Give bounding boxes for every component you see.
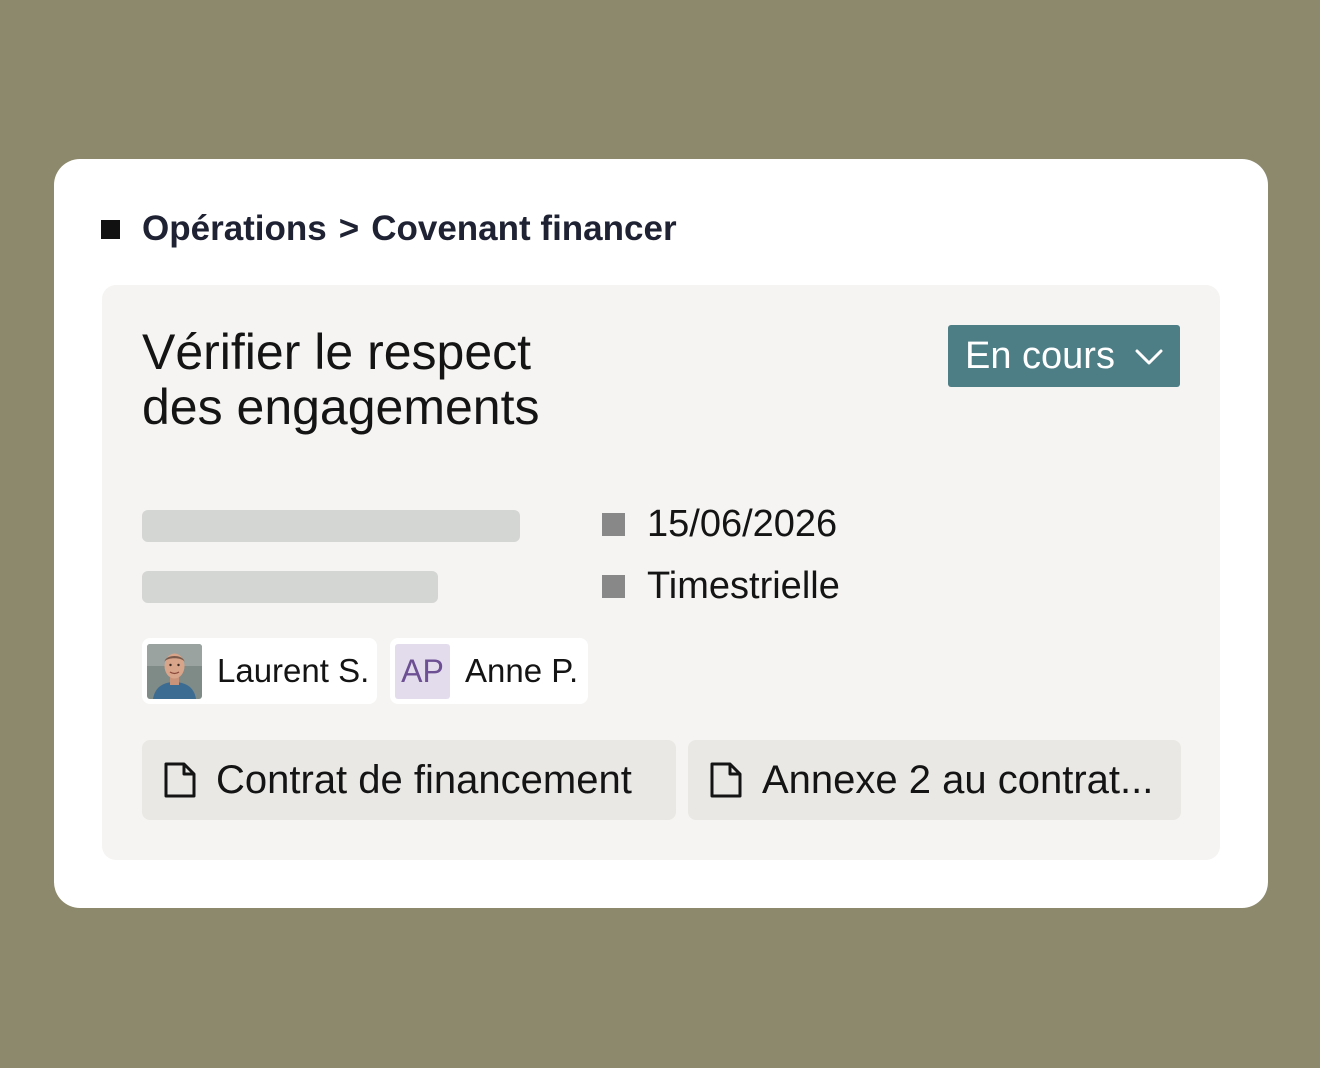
breadcrumb-current: Covenant financer	[371, 209, 677, 248]
document-attachment[interactable]: Contrat de financement	[142, 740, 676, 820]
breadcrumb-separator: >	[338, 209, 360, 248]
status-label: En cours	[965, 334, 1115, 377]
square-icon	[602, 513, 625, 536]
task-card: Opérations > Covenant financer Vérifier …	[54, 159, 1268, 908]
avatar	[147, 643, 202, 699]
assignee-chip[interactable]: AP Anne P.	[390, 638, 588, 704]
placeholder-bar	[142, 510, 520, 542]
task-title-line2: des engagements	[142, 379, 540, 435]
avatar-initials: AP	[395, 643, 450, 699]
assignee-name: Anne P.	[465, 652, 579, 689]
task-title-line1: Vérifier le respect	[142, 324, 532, 380]
document-label: Contrat de financement	[216, 757, 632, 802]
frequency-value: Timestrielle	[647, 565, 840, 607]
assignee-chip[interactable]: Laurent S.	[142, 638, 377, 704]
task-panel: Vérifier le respect des engagements En c…	[102, 285, 1220, 860]
placeholder-bar	[142, 571, 438, 603]
document-label: Annexe 2 au contrat...	[762, 757, 1154, 802]
due-date: 15/06/2026	[602, 503, 837, 546]
square-icon	[101, 219, 120, 239]
due-date-value: 15/06/2026	[647, 503, 838, 545]
document-attachment[interactable]: Annexe 2 au contrat...	[688, 740, 1181, 820]
breadcrumb: Opérations > Covenant financer	[101, 209, 677, 249]
task-title: Vérifier le respect des engagements	[142, 325, 622, 435]
chevron-down-icon	[1135, 349, 1163, 365]
assignee-name: Laurent S.	[217, 652, 370, 689]
frequency: Timestrielle	[602, 565, 840, 608]
file-icon	[710, 762, 742, 798]
square-icon	[602, 575, 625, 598]
breadcrumb-parent[interactable]: Opérations	[142, 209, 327, 249]
status-dropdown[interactable]: En cours	[948, 325, 1180, 387]
file-icon	[164, 762, 196, 798]
